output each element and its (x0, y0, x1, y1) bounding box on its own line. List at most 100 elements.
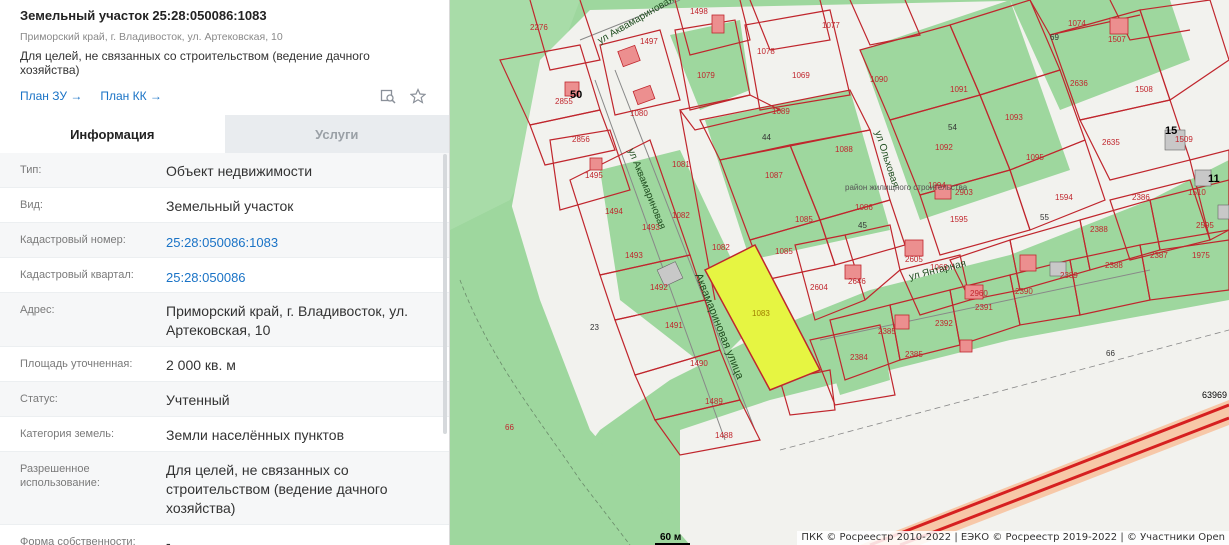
svg-text:1493: 1493 (625, 251, 643, 260)
svg-text:1491: 1491 (665, 321, 683, 330)
svg-text:2384: 2384 (850, 353, 868, 362)
svg-text:2856: 2856 (572, 135, 590, 144)
svg-text:2392: 2392 (935, 319, 953, 328)
svg-text:1083: 1083 (752, 309, 770, 318)
search-on-map-icon[interactable] (379, 87, 397, 105)
svg-text:2646: 2646 (848, 277, 866, 286)
cadastral-quarter-link[interactable]: 25:28:050086 (166, 258, 431, 292)
prop-value: Учтенный (166, 392, 230, 408)
svg-text:1090: 1090 (870, 75, 888, 84)
svg-text:1975: 1975 (1192, 251, 1210, 260)
svg-text:1509: 1509 (1175, 135, 1193, 144)
prop-value: Объект недвижимости (166, 163, 313, 179)
svg-text:1497: 1497 (640, 37, 658, 46)
svg-text:район жилищного строительства: район жилищного строительства (845, 183, 968, 192)
svg-text:1080: 1080 (630, 109, 648, 118)
svg-text:1510: 1510 (1188, 188, 1206, 197)
svg-text:1492: 1492 (650, 283, 668, 292)
svg-text:60 м: 60 м (660, 532, 681, 543)
svg-text:50: 50 (570, 89, 582, 101)
svg-text:1091: 1091 (950, 85, 968, 94)
svg-text:2605: 2605 (905, 255, 923, 264)
svg-text:1595: 1595 (950, 215, 968, 224)
svg-text:1093: 1093 (1005, 113, 1023, 122)
svg-text:1498: 1498 (690, 7, 708, 16)
prop-label: Вид: (20, 199, 43, 211)
svg-text:1069: 1069 (792, 71, 810, 80)
prop-value: 2 000 кв. м (166, 357, 236, 373)
prop-row: Кадастровый номер: 25:28:050086:1083 (0, 223, 449, 258)
tab-information[interactable]: Информация (0, 115, 225, 153)
svg-text:1488: 1488 (715, 431, 733, 440)
svg-text:69: 69 (1050, 33, 1059, 42)
parcel-address: Приморский край, г. Владивосток, ул. Арт… (20, 31, 283, 43)
cadastral-map[interactable]: 2276 1498 1077 1074 1507 1497 1078 1079 … (450, 0, 1229, 545)
parcel-title: Земельный участок 25:28:050086:1083 (20, 8, 267, 23)
svg-text:66: 66 (1106, 349, 1115, 358)
tab-bar: Информация Услуги (0, 115, 449, 153)
svg-text:2388: 2388 (1090, 225, 1108, 234)
prop-label: Кадастровый номер: (20, 234, 126, 246)
star-icon[interactable] (409, 87, 427, 105)
plan-kk-link[interactable]: План КК → (100, 89, 162, 103)
prop-label: Площадь уточненная: (20, 358, 133, 370)
prop-label: Адрес: (20, 304, 55, 316)
parcel-purpose: Для целей, не связанных со строительство… (20, 49, 370, 77)
map-canvas[interactable]: 2276 1498 1077 1074 1507 1497 1078 1079 … (450, 0, 1229, 545)
prop-row: Разрешенное использование: Для целей, не… (0, 452, 449, 525)
panel-scrollbar[interactable] (443, 154, 447, 434)
svg-text:1078: 1078 (757, 47, 775, 56)
prop-label: Категория земель: (20, 428, 115, 440)
panel-header: Земельный участок 25:28:050086:1083 Прим… (0, 0, 449, 115)
svg-text:2385: 2385 (878, 327, 896, 336)
prop-label: Форма собственности: (20, 536, 136, 545)
svg-text:1490: 1490 (690, 359, 708, 368)
svg-text:15: 15 (1165, 125, 1177, 137)
svg-text:1489: 1489 (705, 397, 723, 406)
tab-services[interactable]: Услуги (224, 115, 449, 153)
svg-text:1074: 1074 (1068, 19, 1086, 28)
svg-text:2604: 2604 (810, 283, 828, 292)
prop-value: Земельный участок (166, 198, 294, 214)
svg-text:2387: 2387 (1150, 251, 1168, 260)
prop-label: Тип: (20, 164, 42, 176)
prop-value: Для целей, не связанных со строительство… (166, 462, 388, 516)
svg-text:23: 23 (590, 323, 599, 332)
prop-label: Статус: (20, 393, 58, 405)
plan-zu-link[interactable]: План ЗУ → (20, 89, 82, 103)
svg-text:1079: 1079 (697, 71, 715, 80)
svg-text:2595: 2595 (1196, 221, 1214, 230)
svg-text:2635: 2635 (1102, 138, 1120, 147)
prop-row: Форма собственности: - (0, 525, 449, 545)
prop-row: Статус: Учтенный (0, 382, 449, 417)
svg-text:1082: 1082 (672, 211, 690, 220)
cadastral-number-link[interactable]: 25:28:050086:1083 (166, 223, 431, 257)
svg-text:2389: 2389 (1060, 271, 1078, 280)
prop-value: - (166, 535, 171, 545)
svg-text:2276: 2276 (530, 23, 548, 32)
svg-text:1087: 1087 (765, 171, 783, 180)
svg-text:1082: 1082 (712, 243, 730, 252)
svg-text:1495: 1495 (585, 171, 603, 180)
prop-row: Тип: Объект недвижимости (0, 153, 449, 188)
svg-text:1088: 1088 (835, 145, 853, 154)
svg-text:1085: 1085 (775, 247, 793, 256)
prop-label: Разрешенное использование: (20, 463, 100, 489)
svg-text:63969: 63969 (1202, 390, 1227, 400)
prop-row: Кадастровый квартал: 25:28:050086 (0, 258, 449, 293)
svg-text:1081: 1081 (672, 160, 690, 169)
prop-row: Площадь уточненная: 2 000 кв. м (0, 347, 449, 382)
svg-text:2386: 2386 (1132, 193, 1150, 202)
svg-text:2390: 2390 (1015, 287, 1033, 296)
map-attribution: ПКК © Росреестр 2010-2022 | ЕЭКО © Росре… (797, 531, 1229, 545)
prop-value: Приморский край, г. Владивосток, ул. Арт… (166, 303, 409, 338)
svg-text:66: 66 (505, 423, 514, 432)
prop-row: Адрес: Приморский край, г. Владивосток, … (0, 293, 449, 347)
svg-text:2388: 2388 (1105, 261, 1123, 270)
header-actions (379, 87, 427, 105)
svg-text:1594: 1594 (1055, 193, 1073, 202)
svg-text:45: 45 (858, 221, 867, 230)
prop-row: Вид: Земельный участок (0, 188, 449, 223)
svg-text:1089: 1089 (772, 107, 790, 116)
svg-text:1494: 1494 (605, 207, 623, 216)
